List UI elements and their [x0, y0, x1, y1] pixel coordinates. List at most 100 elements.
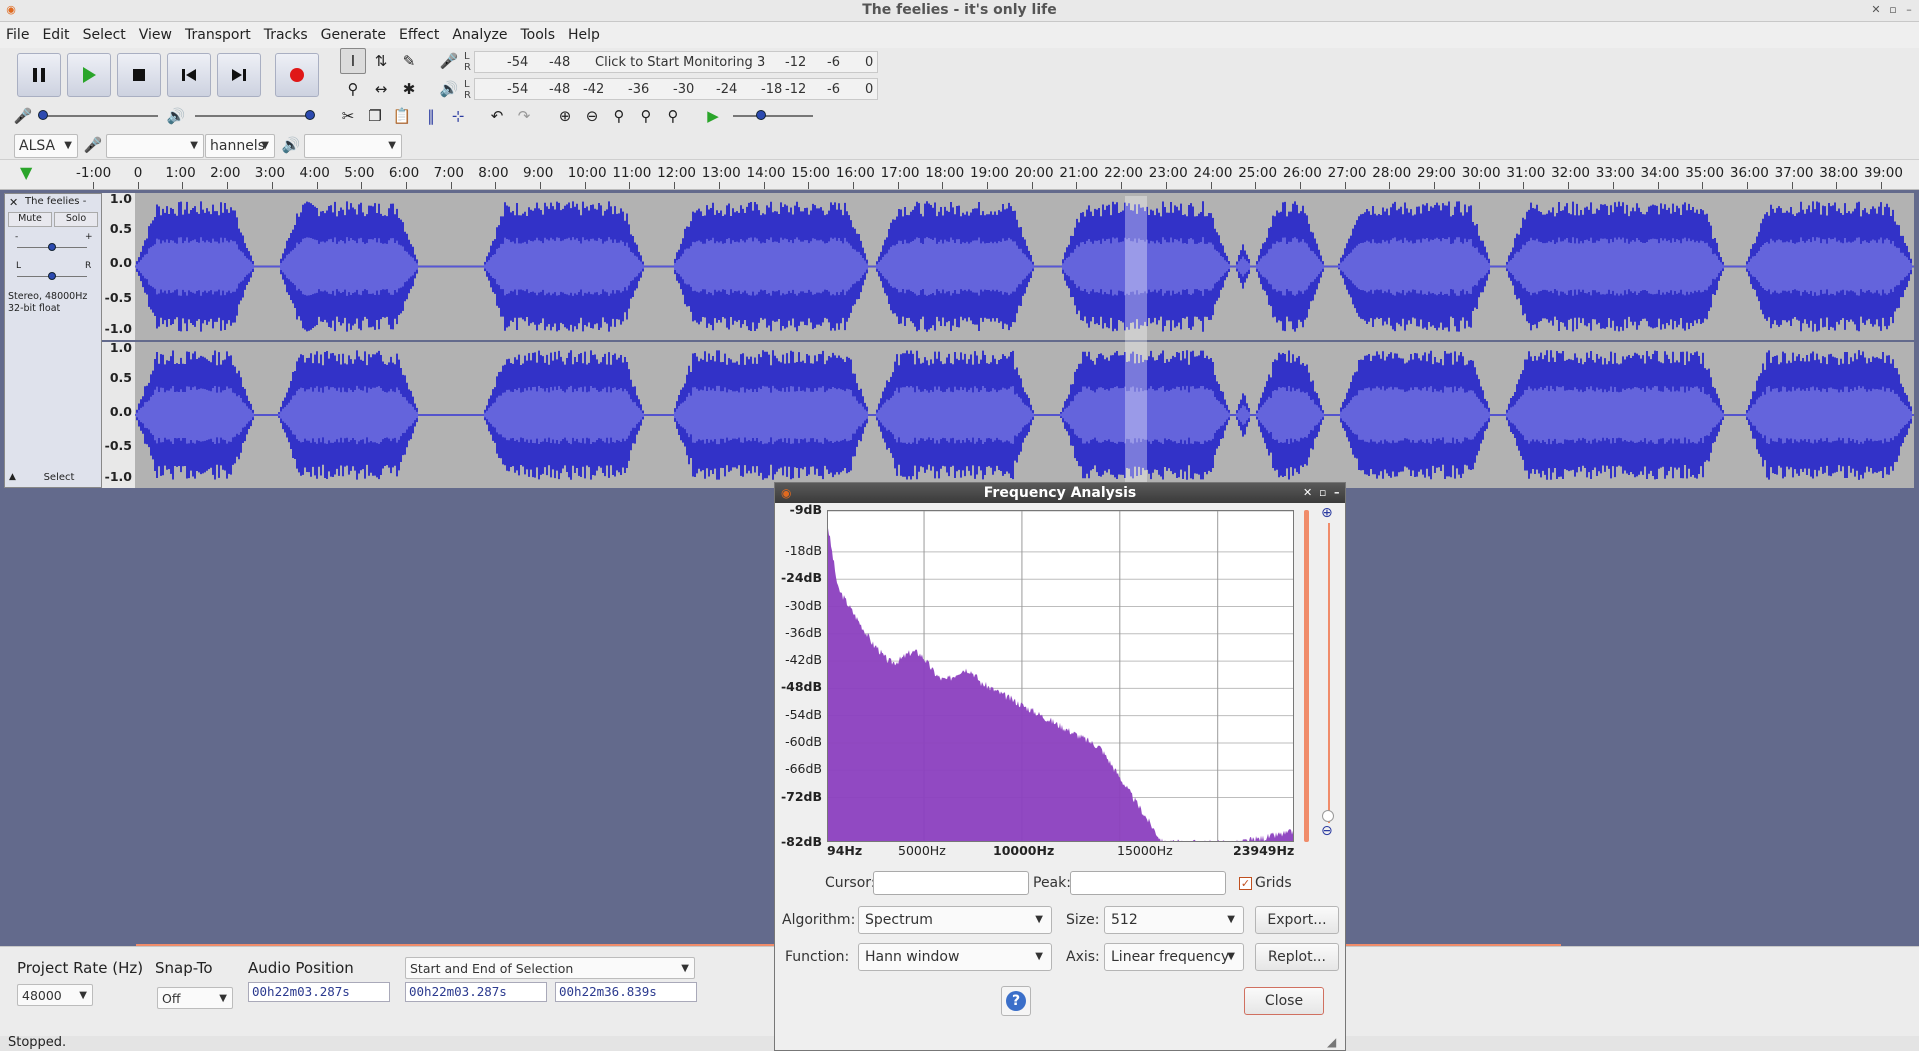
project-rate-select[interactable]: 48000 ▼ [17, 984, 93, 1006]
algorithm-select[interactable]: Spectrum ▼ [858, 906, 1052, 934]
pan-knob[interactable] [48, 272, 56, 280]
ruler-tick [718, 182, 720, 189]
record-volume-slider[interactable] [40, 115, 158, 117]
undo-icon[interactable]: ↶ [484, 103, 510, 129]
paste-icon[interactable]: 📋 [389, 103, 415, 129]
menu-select[interactable]: Select [83, 27, 126, 43]
fit-selection-icon[interactable]: ⚲ [606, 103, 632, 129]
timeline-ruler[interactable]: ▼ -1:00 0 1:00 2:00 3:00 4:00 5:00 6:00 7:00 8:00… [0, 160, 1919, 190]
audio-host-select[interactable]: ALSA ▼ [14, 134, 78, 158]
trim-icon[interactable]: ‖ [418, 103, 444, 129]
axis-select[interactable]: Linear frequency ▼ [1104, 943, 1244, 971]
close-track-icon[interactable]: ✕ [9, 196, 18, 209]
play-at-speed-icon[interactable]: ▶ [700, 103, 726, 129]
envelope-tool[interactable]: ⇅ [368, 48, 394, 74]
playback-device-select[interactable]: ▼ [304, 134, 402, 158]
skip-start-button[interactable] [167, 53, 211, 97]
ruler-label: 9:00 [523, 165, 554, 181]
selection-end-field[interactable]: 00h22m36.839s [555, 982, 697, 1002]
audio-position-field[interactable]: 00h22m03.287s [248, 982, 390, 1002]
minimize-window-icon[interactable]: – [1902, 3, 1916, 17]
recording-device-select[interactable]: ▼ [106, 134, 204, 158]
click-to-start-monitoring[interactable]: Click to Start Monitoring [595, 55, 753, 70]
playback-meter[interactable]: -54 -48 -42 -36 -30 -24 -18 -12 -6 0 [474, 78, 878, 100]
menu-analyze[interactable]: Analyze [452, 27, 507, 43]
ruler-tick [450, 182, 452, 189]
draw-tool[interactable]: ✎ [396, 48, 422, 74]
replot-button[interactable]: Replot... [1255, 943, 1339, 971]
select-track-button[interactable]: Select [29, 472, 89, 483]
zoom-in-icon[interactable]: ⊕ [1321, 505, 1333, 521]
zoom-out-icon[interactable]: ⊖ [579, 103, 605, 129]
menu-transport[interactable]: Transport [185, 27, 251, 43]
menu-edit[interactable]: Edit [42, 27, 69, 43]
menu-help[interactable]: Help [568, 27, 600, 43]
collapse-track-icon[interactable]: ▲ [9, 472, 16, 482]
cut-icon[interactable]: ✂ [335, 103, 361, 129]
record-volume-knob[interactable] [38, 110, 48, 120]
dialog-minimize-icon[interactable]: – [1334, 483, 1340, 503]
waveform-channel-left[interactable] [134, 193, 1914, 340]
maximize-window-icon[interactable]: ▫ [1886, 3, 1900, 17]
silence-icon[interactable]: ⊹ [445, 103, 471, 129]
selection-mode-select[interactable]: Start and End of Selection ▼ [405, 957, 695, 979]
selection-start-value: 00h22m03.287s [409, 984, 507, 999]
recording-channels-select[interactable]: hannels ▼ [205, 134, 275, 158]
track-name-menu[interactable]: The feelies - [25, 196, 99, 207]
zoom-slider-knob[interactable] [1322, 810, 1334, 822]
close-window-icon[interactable]: ✕ [1869, 3, 1883, 17]
menu-file[interactable]: File [6, 27, 29, 43]
record-meter[interactable]: -54 -48 Click to Start Monitoring 3 -12 … [474, 51, 878, 73]
microphone-icon[interactable]: 🎤 [436, 48, 462, 74]
ruler-tick [1121, 182, 1123, 189]
stop-button[interactable] [117, 53, 161, 97]
skip-end-button[interactable] [217, 53, 261, 97]
menu-tracks[interactable]: Tracks [264, 27, 308, 43]
zoom-toggle-icon[interactable]: ⚲ [660, 103, 686, 129]
waveform-channel-right[interactable] [134, 342, 1914, 488]
grids-checkbox[interactable]: ✓ [1239, 877, 1252, 890]
ruler-tick [1568, 182, 1570, 189]
peak-field[interactable] [1070, 871, 1226, 895]
play-button[interactable] [67, 53, 111, 97]
snap-to-select[interactable]: Off ▼ [157, 987, 233, 1009]
function-select[interactable]: Hann window ▼ [858, 943, 1052, 971]
cursor-field[interactable] [873, 871, 1029, 895]
zoom-slider[interactable] [1328, 523, 1330, 823]
pause-button[interactable] [17, 53, 61, 97]
fit-project-icon[interactable]: ⚲ [633, 103, 659, 129]
dialog-close-icon[interactable]: ✕ [1303, 483, 1312, 503]
play-speed-knob[interactable] [756, 110, 766, 120]
selection-tool[interactable]: I [340, 48, 366, 74]
zoom-in-icon[interactable]: ⊕ [552, 103, 578, 129]
menu-tools[interactable]: Tools [521, 27, 556, 43]
multi-tool[interactable]: ✱ [396, 76, 422, 102]
dialog-maximize-icon[interactable]: ▫ [1319, 483, 1326, 503]
solo-button[interactable]: Solo [54, 212, 98, 227]
ruler-tick [1299, 182, 1301, 189]
ruler-label: 10:00 [567, 165, 607, 181]
record-button[interactable] [275, 53, 319, 97]
zoom-out-icon[interactable]: ⊖ [1321, 823, 1333, 839]
redo-icon[interactable]: ↷ [511, 103, 537, 129]
copy-icon[interactable]: ❐ [362, 103, 388, 129]
resize-grip-icon[interactable]: ◢ [1327, 1035, 1336, 1049]
menu-view[interactable]: View [139, 27, 172, 43]
spectrum-plot[interactable] [827, 510, 1294, 842]
close-button[interactable]: Close [1244, 987, 1324, 1015]
export-button[interactable]: Export... [1255, 906, 1339, 934]
zoom-tool[interactable]: ⚲ [340, 76, 366, 102]
play-speed-slider[interactable] [733, 115, 813, 117]
playback-volume-slider[interactable] [195, 115, 313, 117]
help-button[interactable]: ? [1001, 986, 1031, 1016]
time-shift-tool[interactable]: ↔ [368, 76, 394, 102]
gain-knob[interactable] [48, 243, 56, 251]
selection-start-field[interactable]: 00h22m03.287s [405, 982, 547, 1002]
size-select[interactable]: 512 ▼ [1104, 906, 1244, 934]
mute-button[interactable]: Mute [8, 212, 52, 227]
waveform-left [134, 201, 1914, 332]
menu-generate[interactable]: Generate [321, 27, 386, 43]
speaker-icon[interactable]: 🔊 [436, 76, 462, 102]
menu-effect[interactable]: Effect [399, 27, 439, 43]
playback-volume-knob[interactable] [305, 110, 315, 120]
